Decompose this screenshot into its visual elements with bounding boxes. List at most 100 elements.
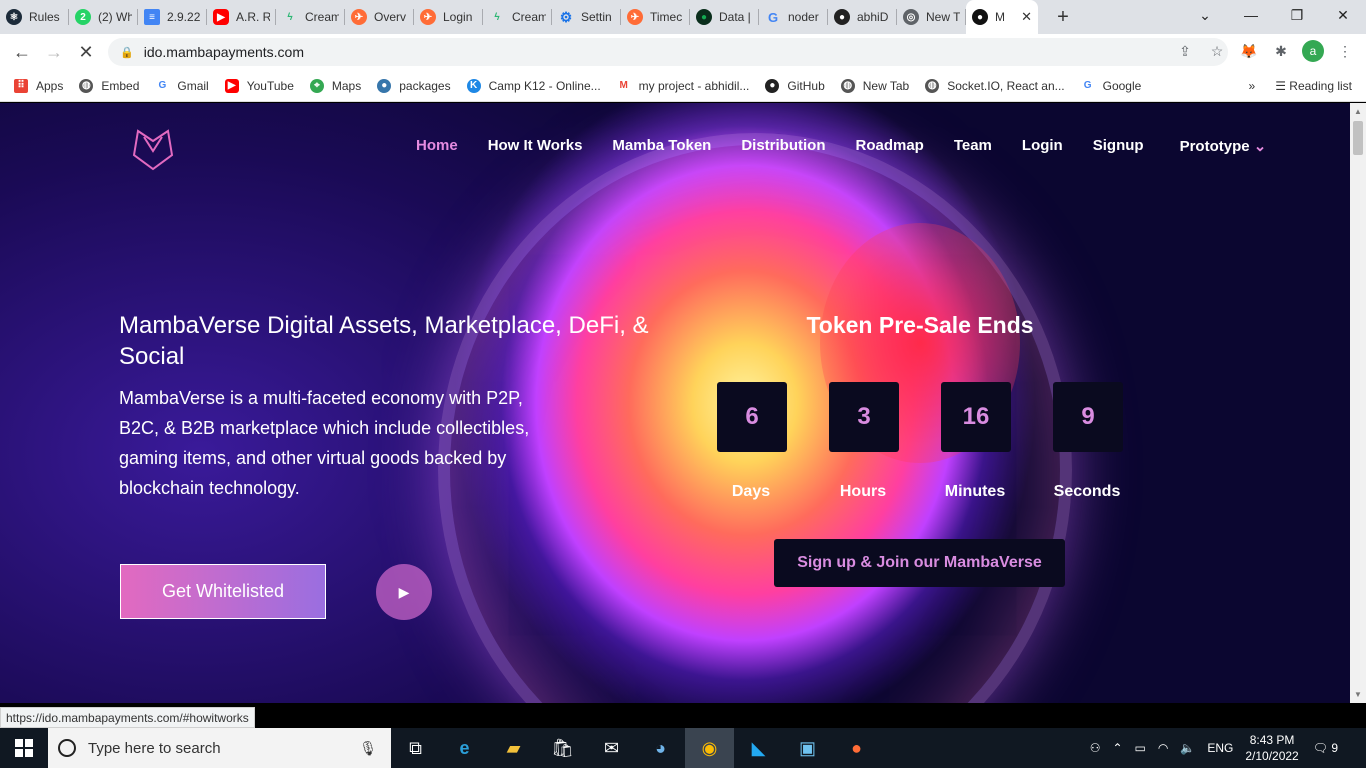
get-whitelisted-button[interactable]: Get Whitelisted (120, 564, 326, 619)
bookmark-my-project[interactable]: Mmy project - abhidil... (617, 79, 750, 93)
stop-loading-icon[interactable]: ✕ (70, 42, 102, 63)
bookmark-socketio[interactable]: ◍ Socket.IO, React an... (925, 78, 1065, 93)
search-icon (58, 739, 76, 757)
browser-tab-active[interactable]: ● M ✕ (966, 0, 1038, 34)
microphone-icon[interactable]: 🎙 (359, 740, 377, 757)
google-icon: G (1083, 79, 1092, 91)
wifi-icon[interactable]: ◠ (1158, 741, 1168, 755)
play-icon: ▶ (398, 583, 410, 600)
show-hidden-icons[interactable]: ⌃ (1112, 741, 1122, 755)
nav-login[interactable]: Login (1022, 137, 1063, 155)
bookmark-packages[interactable]: ● packages (377, 78, 451, 93)
browser-tab[interactable]: ✈ Login (414, 0, 483, 34)
nav-prototype[interactable]: Prototype ⌄ (1180, 137, 1267, 155)
tab-search-icon[interactable]: ⌄ (1182, 0, 1228, 30)
close-tab-icon[interactable]: ✕ (1021, 9, 1032, 25)
remote-desktop-icon[interactable]: ▣ (783, 728, 832, 768)
extensions-icon[interactable]: ✱ (1270, 40, 1292, 62)
browser-tab[interactable]: ✈ Overv (345, 0, 414, 34)
new-tab-button[interactable]: + (1048, 6, 1078, 29)
back-icon[interactable]: ← (6, 42, 38, 63)
edge-icon[interactable]: e (440, 728, 489, 768)
profile-avatar[interactable]: a (1302, 40, 1324, 62)
bookmark-github[interactable]: ● GitHub (765, 78, 825, 93)
bookmark-embed[interactable]: ◍ Embed (79, 78, 139, 93)
countdown-days-value: 6 (717, 382, 787, 452)
browser-tab[interactable]: 2 (2) Wh (69, 0, 138, 34)
scroll-up-icon[interactable]: ▲ (1350, 107, 1366, 116)
bookmark-maps[interactable]: ⌖ Maps (309, 78, 361, 93)
reading-list-icon: ☰ (1275, 78, 1290, 93)
browser-tab[interactable]: ● Data | (690, 0, 759, 34)
start-button[interactable] (0, 728, 48, 768)
volume-icon[interactable]: 🔈 (1180, 741, 1195, 755)
postman-icon[interactable]: ● (832, 728, 881, 768)
task-view-icon[interactable]: ⧉ (391, 728, 440, 768)
share-icon[interactable]: ⇪ (1174, 40, 1196, 62)
bookmark-youtube[interactable]: ▶ YouTube (224, 78, 294, 93)
page-scrollbar[interactable]: ▲ ▼ (1350, 103, 1366, 703)
bookmark-star-icon[interactable]: ☆ (1206, 40, 1228, 62)
play-video-button[interactable]: ▶ (376, 564, 432, 620)
store-icon[interactable]: 🛍 (538, 728, 587, 768)
mail-icon[interactable]: ✉ (587, 728, 636, 768)
notifications-icon[interactable]: 🗨 9 (1313, 741, 1350, 755)
nav-mamba-token[interactable]: Mamba Token (612, 137, 711, 155)
browser-tab[interactable]: ● abhiD (828, 0, 897, 34)
lock-icon[interactable]: 🔒 (120, 46, 134, 59)
people-icon[interactable]: ⚇ (1090, 741, 1101, 755)
file-explorer-icon[interactable]: ▰ (489, 728, 538, 768)
nav-home[interactable]: Home (416, 137, 458, 155)
menu-icon[interactable]: ⋮ (1334, 40, 1356, 62)
nav-signup[interactable]: Signup (1093, 137, 1144, 155)
language-indicator[interactable]: ENG (1207, 741, 1233, 755)
browser-tab[interactable]: ⚛ Rules (0, 0, 69, 34)
forward-icon[interactable]: → (38, 42, 70, 63)
browser-tab[interactable]: ⚙ Settin (552, 0, 621, 34)
chrome-icon[interactable]: ◉ (685, 728, 734, 768)
browser-tab[interactable]: ✈ Timec (621, 0, 690, 34)
bookmark-campk12[interactable]: K Camp K12 - Online... (466, 78, 601, 93)
postman-icon: ✈ (420, 9, 436, 25)
browser-tab[interactable]: ϟ Cream (483, 0, 552, 34)
cortana-app-icon[interactable]: ◕ (636, 728, 685, 768)
scroll-down-icon[interactable]: ▼ (1350, 690, 1366, 699)
browser-tab[interactable]: ▶ A.R. R (207, 0, 276, 34)
bolt-icon: ϟ (287, 11, 293, 23)
reading-list-button[interactable]: ☰ Reading list (1275, 79, 1352, 93)
hero-description: MambaVerse is a multi-faceted economy wi… (119, 388, 530, 498)
browser-tab[interactable]: ◎ New T (897, 0, 966, 34)
scrollbar-thumb[interactable] (1353, 121, 1363, 155)
bookmark-new-tab[interactable]: ◍ New Tab (840, 78, 909, 93)
browser-tab[interactable]: Gnoder (759, 0, 828, 34)
web-page: Home How It Works Mamba Token Distributi… (0, 103, 1350, 703)
bookmark-google[interactable]: G Google (1081, 79, 1142, 93)
address-bar[interactable]: 🔒 ido.mambapayments.com (108, 38, 1228, 66)
vscode-icon[interactable]: ◣ (734, 728, 783, 768)
countdown-minutes-value: 16 (941, 382, 1011, 452)
signup-join-button[interactable]: Sign up & Join our MambaVerse (774, 539, 1065, 587)
tab-strip: ⚛ Rules 2 (2) Wh ≡ 2.9.22 ▶ A.R. R ϟ Cream ✈ O… (0, 0, 1366, 34)
nav-team[interactable]: Team (954, 137, 992, 155)
metamask-icon[interactable]: 🦊 (1238, 40, 1260, 62)
browser-tab[interactable]: ≡ 2.9.22 (138, 0, 207, 34)
windows-taskbar: Type here to search 🎙 ⧉ e ▰ 🛍 ✉ ◕ ◉ ◣ ▣ … (0, 728, 1366, 768)
nav-how-it-works[interactable]: How It Works (488, 137, 583, 155)
nav-distribution[interactable]: Distribution (741, 137, 825, 155)
bookmark-apps[interactable]: ⠿ Apps (14, 78, 63, 93)
close-window-icon[interactable]: ✕ (1320, 0, 1366, 30)
minimize-icon[interactable]: — (1228, 0, 1274, 30)
mamba-logo[interactable] (130, 123, 176, 173)
nav-roadmap[interactable]: Roadmap (855, 137, 923, 155)
globe-icon: ◍ (925, 78, 940, 93)
restore-icon[interactable]: ❐ (1274, 0, 1320, 30)
taskbar-search[interactable]: Type here to search 🎙 (48, 728, 391, 768)
browser-tab[interactable]: ϟ Cream (276, 0, 345, 34)
url-text[interactable]: ido.mambapayments.com (144, 44, 304, 60)
postman-icon: ✈ (627, 9, 643, 25)
clock[interactable]: 8:43 PM 2/10/2022 (1245, 732, 1298, 764)
more-bookmarks-button[interactable]: » (1249, 79, 1256, 93)
google-icon: G (158, 79, 167, 91)
bookmark-gmail[interactable]: G Gmail (155, 79, 209, 93)
battery-icon[interactable]: ▭ (1135, 741, 1146, 755)
